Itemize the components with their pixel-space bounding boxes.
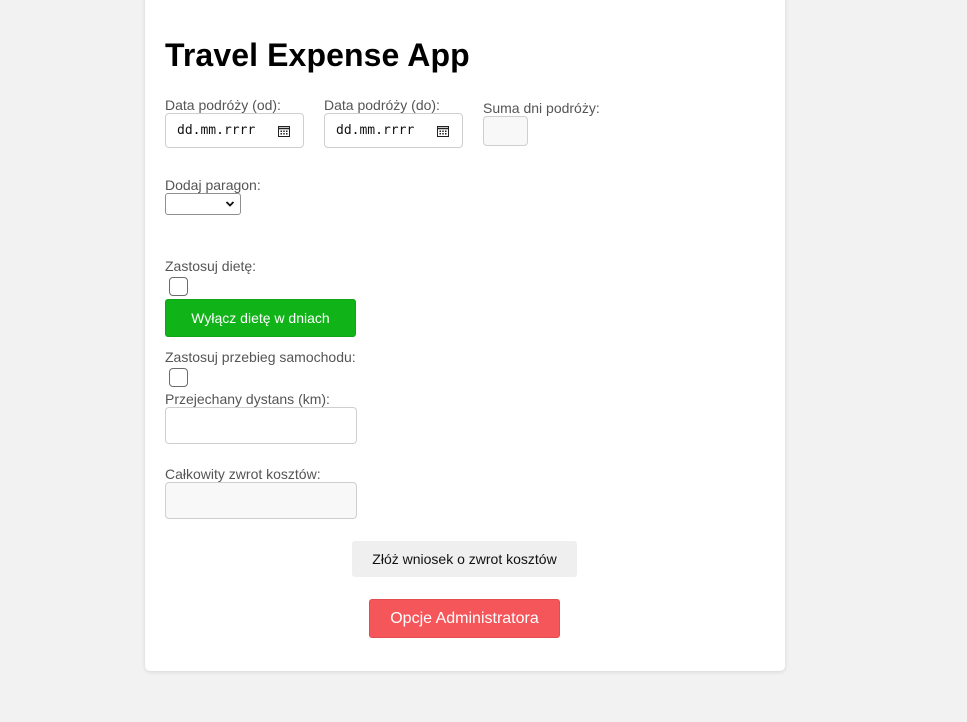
- distance-input[interactable]: [165, 407, 357, 444]
- date-to-label: Data podróży (do):: [324, 97, 440, 113]
- date-to-placeholder: dd.mm.rrrr: [336, 123, 415, 138]
- calendar-icon[interactable]: [437, 125, 449, 137]
- mileage-checkbox[interactable]: [169, 368, 188, 387]
- distance-label: Przejechany dystans (km):: [165, 391, 330, 407]
- receipt-select[interactable]: [165, 193, 241, 215]
- days-sum-field: [483, 116, 528, 146]
- calendar-icon[interactable]: [278, 125, 290, 137]
- total-refund-label: Całkowity zwrot kosztów:: [165, 466, 321, 482]
- total-refund-field: [165, 482, 357, 519]
- date-from-label: Data podróży (od):: [165, 97, 281, 113]
- days-sum-label: Suma dni podróży:: [483, 100, 600, 116]
- page-title: Travel Expense App: [165, 37, 470, 73]
- date-to-input[interactable]: dd.mm.rrrr: [324, 113, 463, 148]
- diet-label: Zastosuj dietę:: [165, 258, 257, 274]
- date-from-placeholder: dd.mm.rrrr: [177, 123, 256, 138]
- chevron-down-icon: [225, 201, 235, 207]
- admin-options-button[interactable]: Opcje Administratora: [369, 599, 560, 638]
- submit-refund-button[interactable]: Złóż wniosek o zwrot kosztów: [352, 541, 577, 577]
- exclude-diet-days-button[interactable]: Wyłącz dietę w dniach: [165, 299, 356, 337]
- receipt-label: Dodaj paragon:: [165, 177, 261, 193]
- diet-checkbox[interactable]: [169, 277, 188, 296]
- mileage-label: Zastosuj przebieg samochodu:: [165, 349, 356, 365]
- date-from-input[interactable]: dd.mm.rrrr: [165, 113, 304, 148]
